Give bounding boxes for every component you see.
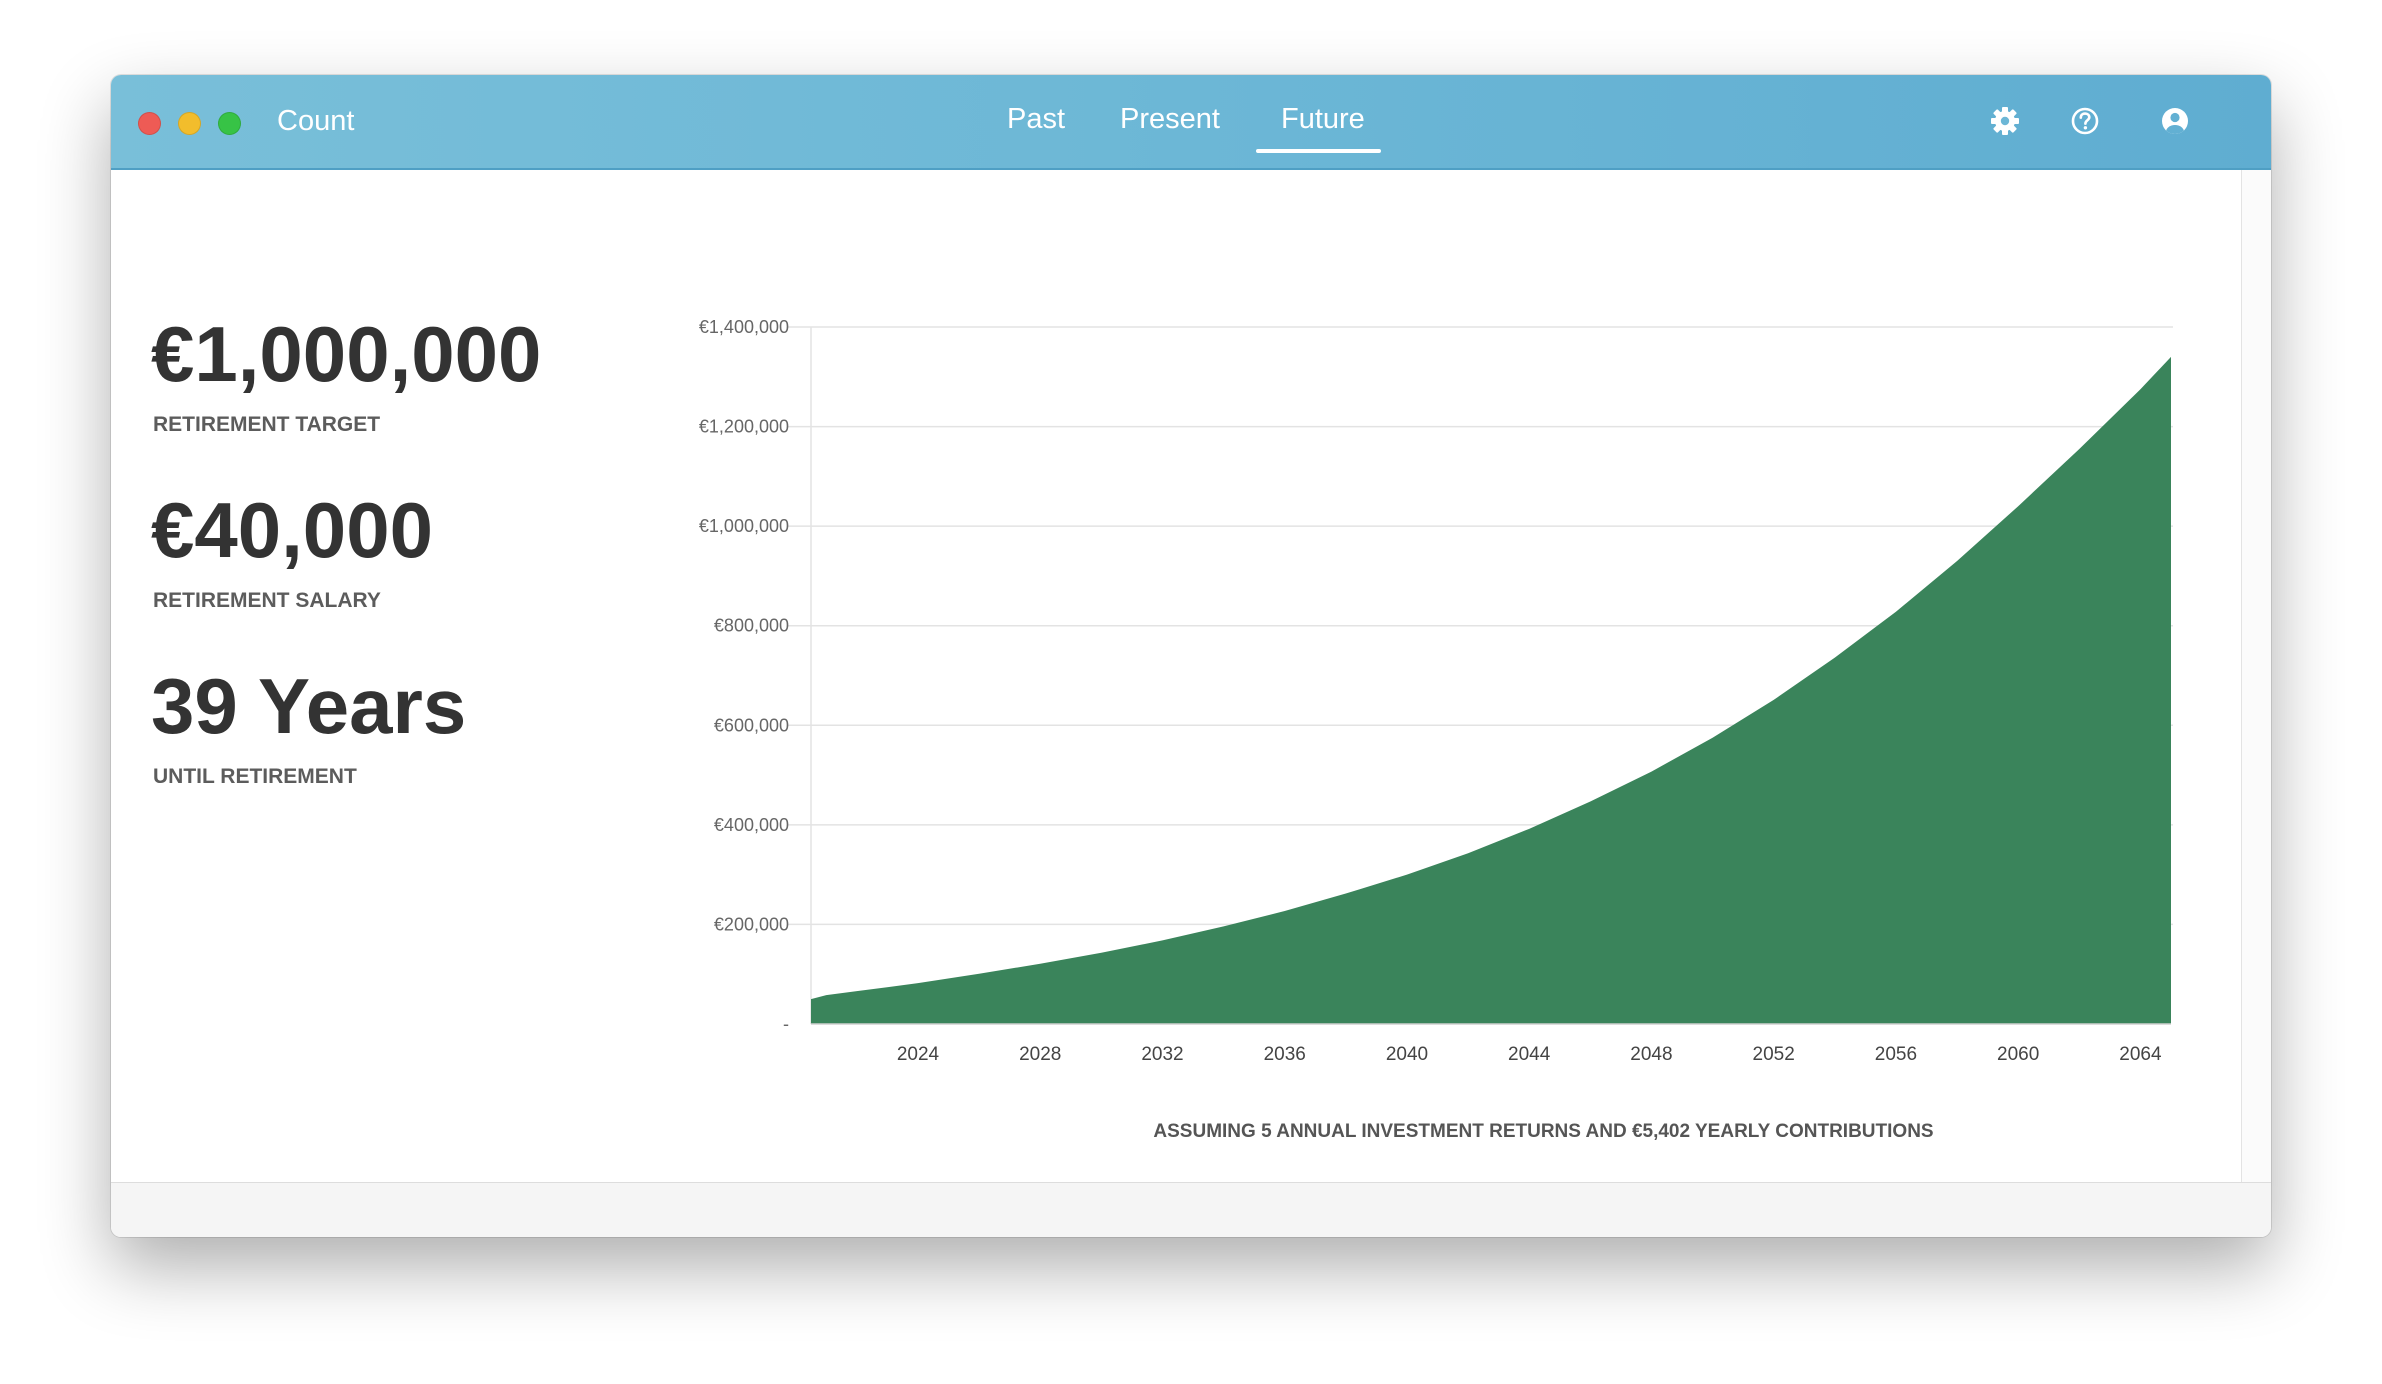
y-tick-label: €800,000 [714, 616, 789, 636]
y-tick-label: €1,200,000 [699, 417, 789, 437]
zoom-window-button[interactable] [218, 112, 241, 135]
x-tick-label: 2024 [897, 1044, 940, 1065]
x-tick-label: 2064 [2119, 1044, 2162, 1065]
y-tick-label: €1,000,000 [699, 516, 789, 536]
main-content: €1,000,000 RETIREMENT TARGET €40,000 RET… [111, 170, 2241, 1182]
x-tick-label: 2040 [1386, 1044, 1428, 1065]
app-title: Count [277, 105, 355, 137]
gear-icon[interactable] [1989, 105, 2021, 137]
active-tab-indicator [1256, 149, 1381, 153]
tab-past[interactable]: Past [1007, 101, 1065, 137]
x-tick-label: 2036 [1264, 1044, 1306, 1065]
x-tick-label: 2048 [1630, 1044, 1672, 1065]
chart-caption: ASSUMING 5 ANNUAL INVESTMENT RETURNS AND… [1153, 1121, 1934, 1142]
y-tick-label: - [783, 1014, 789, 1034]
close-window-button[interactable] [138, 112, 161, 135]
tab-future[interactable]: Future [1281, 101, 1365, 137]
y-tick-label: €600,000 [714, 715, 789, 735]
user-icon[interactable] [2159, 105, 2191, 137]
x-tick-label: 2044 [1508, 1044, 1551, 1065]
tab-present[interactable]: Present [1120, 101, 1220, 137]
y-tick-label: €400,000 [714, 815, 789, 835]
app-window: Count Past Present Future €1,000,000 RET… [111, 75, 2271, 1237]
x-tick-label: 2028 [1019, 1044, 1061, 1065]
help-icon[interactable] [2069, 105, 2101, 137]
retirement-projection-chart: - €200,000 €400,000 €600,000 €800,000 €1,000,… [699, 317, 2173, 1065]
x-tick-label: 2060 [1997, 1044, 2039, 1065]
x-tick-label: 2052 [1753, 1044, 1795, 1065]
vertical-scrollbar[interactable] [2241, 170, 2271, 1182]
y-tick-label: €1,400,000 [699, 317, 789, 337]
x-tick-label: 2056 [1875, 1044, 1917, 1065]
minimize-window-button[interactable] [178, 112, 201, 135]
footer-bar [111, 1182, 2271, 1237]
y-tick-label: €200,000 [714, 914, 789, 934]
x-tick-label: 2032 [1141, 1044, 1183, 1065]
title-bar: Count Past Present Future [111, 75, 2271, 170]
